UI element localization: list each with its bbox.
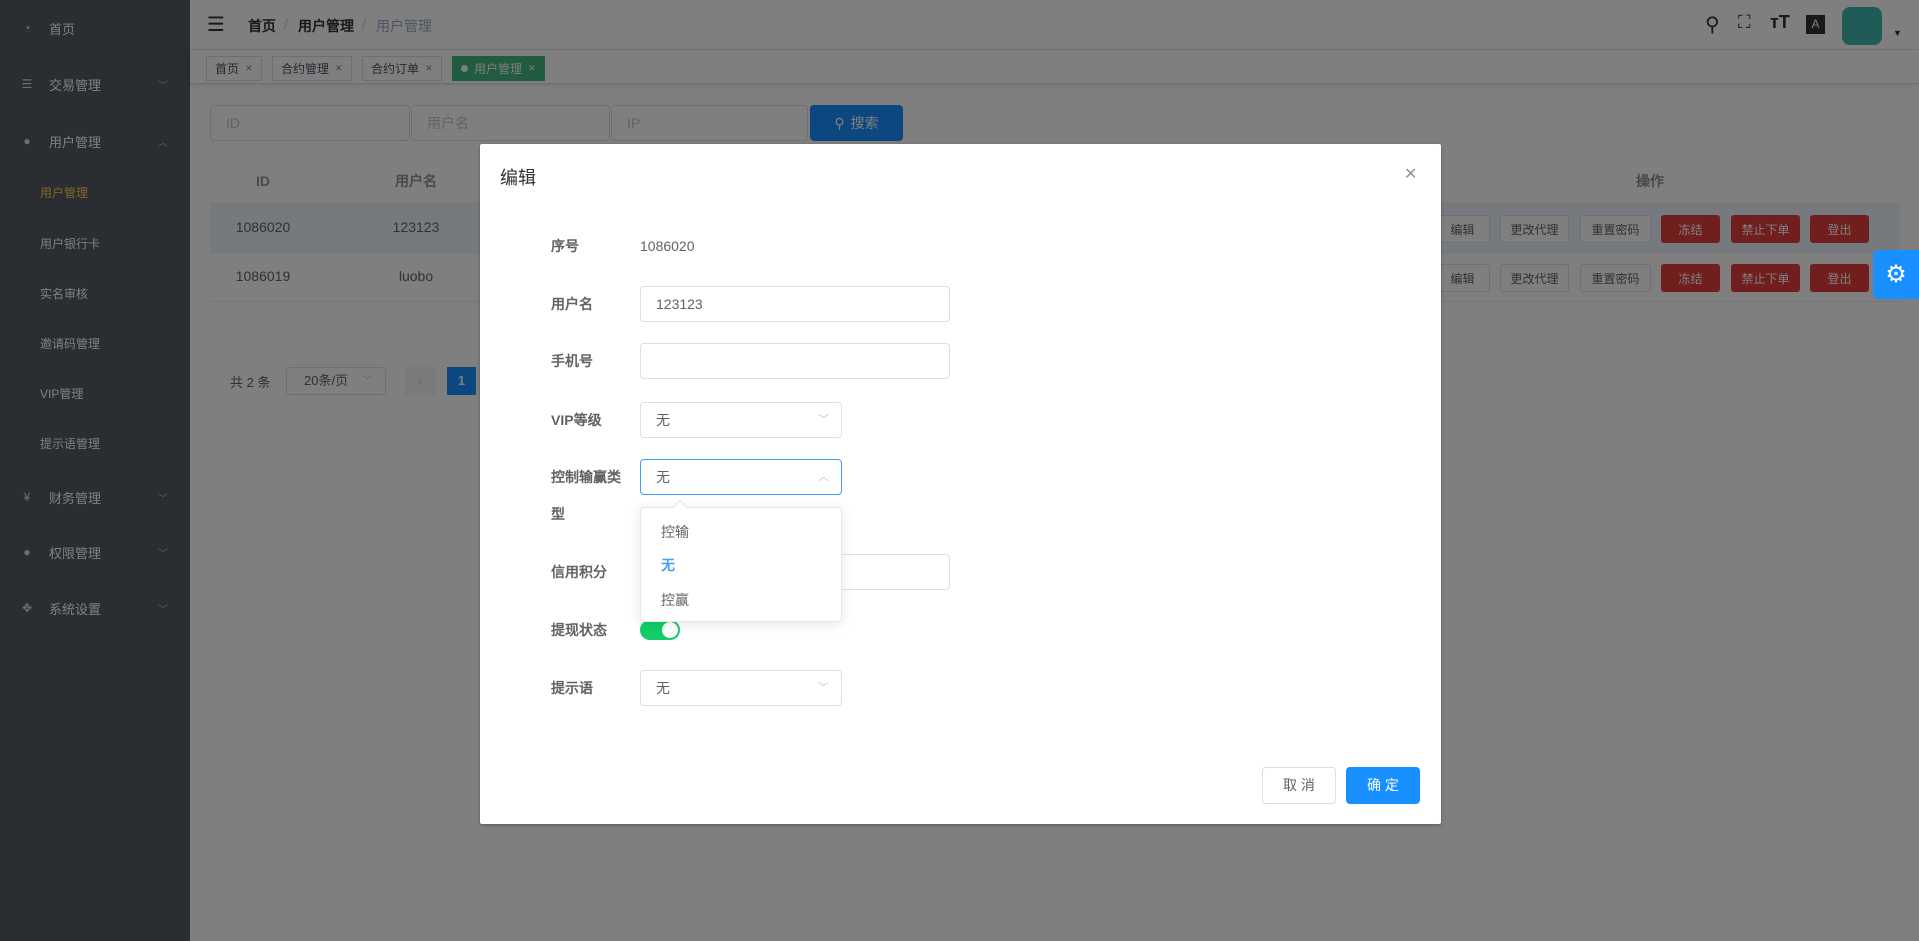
hint-label: 提示语: [551, 680, 593, 696]
hint-select[interactable]: 无 ﹀: [640, 670, 842, 706]
hint-value: 无: [656, 680, 670, 696]
chevron-down-icon: ﹀: [818, 414, 829, 426]
settings-float-button[interactable]: ⚙: [1873, 250, 1919, 299]
option-none[interactable]: 无: [661, 555, 675, 575]
phone-input[interactable]: [640, 343, 950, 379]
withdraw-switch[interactable]: [640, 620, 680, 640]
edit-dialog: 编辑 ✕ 序号 1086020 用户名 123123 手机号 VIP等级 无 ﹀ …: [480, 144, 1441, 824]
chevron-up-icon: ︿: [818, 471, 829, 483]
cancel-button[interactable]: 取 消: [1262, 767, 1336, 804]
credit-label: 信用积分: [551, 564, 607, 580]
confirm-button[interactable]: 确 定: [1346, 767, 1420, 804]
control-type-dropdown: 控输 无 控赢: [640, 499, 842, 622]
seq-value: 1086020: [640, 238, 695, 254]
phone-label: 手机号: [551, 353, 593, 369]
gear-icon: ⚙: [1885, 261, 1907, 288]
control-type-label: 控制输赢类: [551, 469, 621, 485]
seq-label: 序号: [551, 238, 579, 254]
switch-knob: [662, 622, 678, 638]
vip-label: VIP等级: [551, 412, 602, 428]
vip-value: 无: [656, 412, 670, 428]
username-input[interactable]: 123123: [640, 286, 950, 322]
control-type-select[interactable]: 无 ︿: [640, 459, 842, 495]
control-type-value: 无: [656, 469, 670, 485]
option-win[interactable]: 控赢: [661, 590, 689, 610]
vip-select[interactable]: 无 ﹀: [640, 402, 842, 438]
chevron-down-icon: ﹀: [818, 682, 829, 694]
username-label: 用户名: [551, 296, 593, 312]
option-lose[interactable]: 控输: [661, 522, 689, 542]
control-type-label-wrap: 型: [551, 506, 565, 522]
close-icon[interactable]: ✕: [1404, 164, 1417, 184]
withdraw-label: 提现状态: [551, 622, 607, 638]
dialog-title: 编辑: [500, 168, 536, 188]
